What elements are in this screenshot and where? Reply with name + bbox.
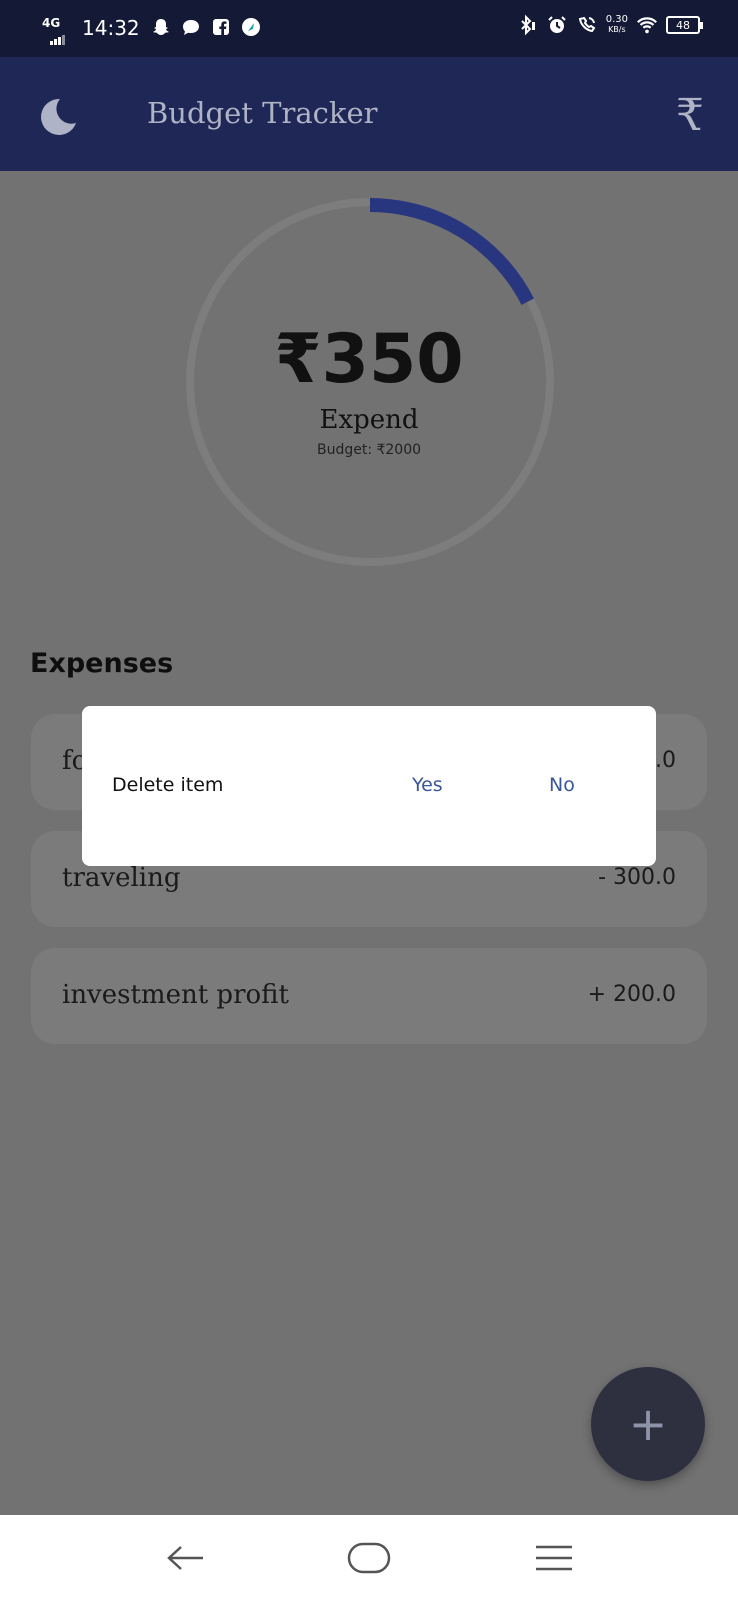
bluetooth-icon xyxy=(516,14,538,36)
signal-icon xyxy=(50,26,66,45)
system-nav-bar xyxy=(0,1515,738,1600)
expense-amount: - 300.0 xyxy=(598,865,676,890)
network-speed: 0.30 KB/s xyxy=(606,15,628,35)
delete-dialog: Delete item Yes No xyxy=(82,706,656,866)
speed-value: 0.30 xyxy=(605,14,628,25)
wifi-calling-icon xyxy=(576,14,598,36)
yes-button[interactable]: Yes xyxy=(412,774,443,796)
add-expense-button[interactable]: + xyxy=(591,1367,705,1481)
facebook-icon xyxy=(210,16,232,38)
moon-icon[interactable] xyxy=(36,95,80,143)
expense-total: ₹350 xyxy=(274,320,464,399)
alarm-icon xyxy=(546,14,568,36)
back-icon[interactable] xyxy=(155,1533,215,1583)
status-bar: 4G 14:32 0.30 KB/s 48 xyxy=(0,0,738,57)
expense-item[interactable]: investment profit + 200.0 xyxy=(31,948,707,1044)
speed-unit: KB/s xyxy=(608,25,626,34)
expense-amount: + 200.0 xyxy=(587,982,676,1007)
clock: 14:32 xyxy=(82,16,140,40)
expend-label: Expend xyxy=(319,405,419,435)
expense-amount: .0 xyxy=(655,748,676,773)
app-title: Budget Tracker xyxy=(147,96,378,130)
currency-button[interactable]: ₹ xyxy=(676,90,704,141)
no-button[interactable]: No xyxy=(549,774,575,796)
budget-label: Budget: ₹2000 xyxy=(316,442,422,458)
home-icon[interactable] xyxy=(339,1533,399,1583)
expense-name: traveling xyxy=(62,863,181,893)
dialog-message: Delete item xyxy=(112,774,224,796)
expenses-heading: Expenses xyxy=(30,648,174,679)
battery-icon: 48 xyxy=(666,16,703,34)
menu-icon[interactable] xyxy=(524,1533,584,1583)
wifi-icon xyxy=(636,14,658,36)
message-icon xyxy=(180,16,202,38)
snapchat-icon xyxy=(150,16,172,38)
app-icon xyxy=(240,16,262,38)
expense-name: investment profit xyxy=(62,980,289,1010)
